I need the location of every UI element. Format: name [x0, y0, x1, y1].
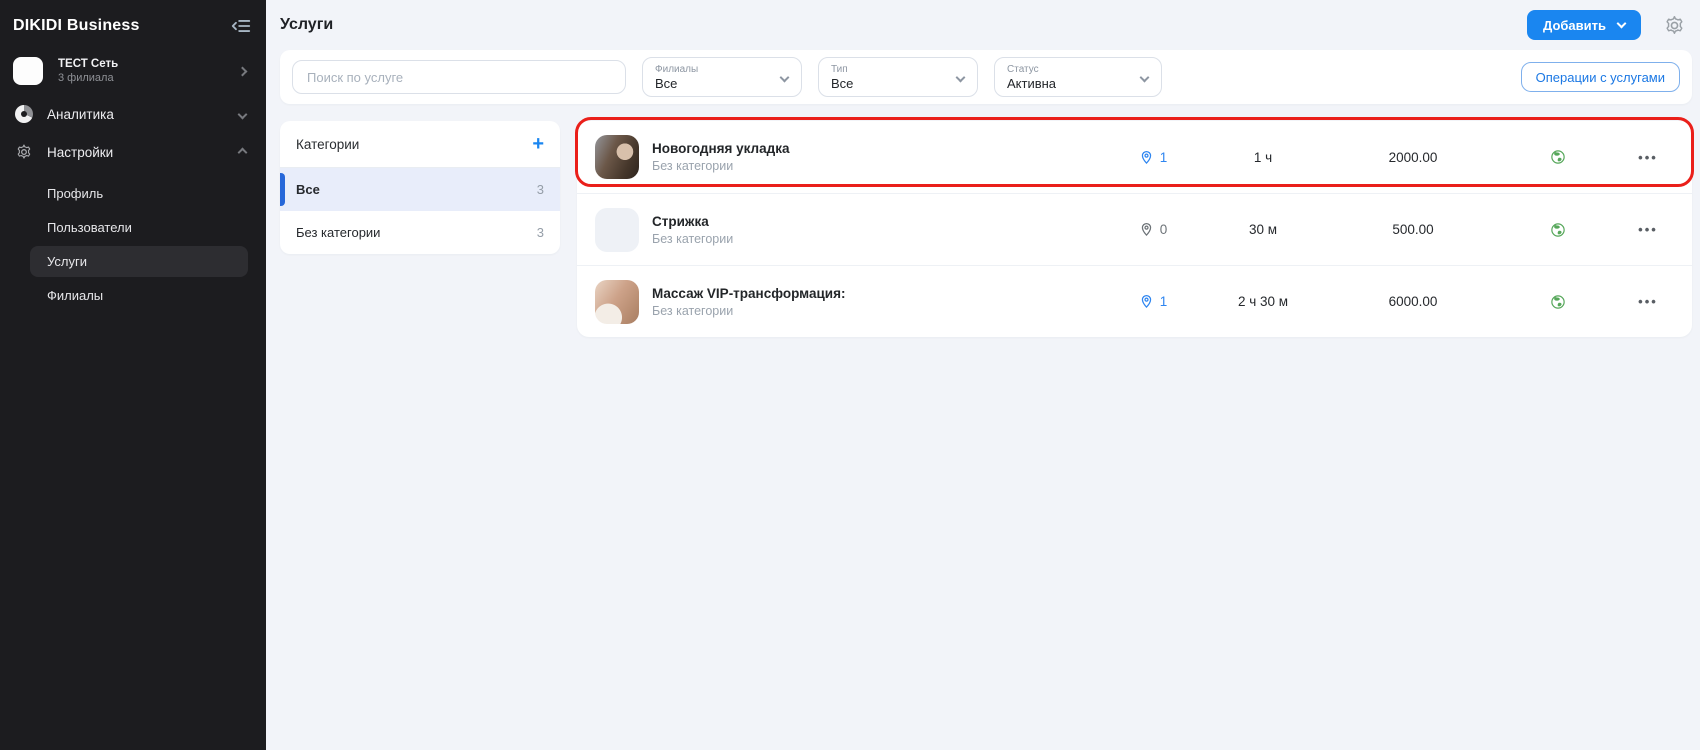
online-globe-icon	[1550, 294, 1566, 310]
branch-count: 1	[1160, 294, 1168, 309]
service-branches: 1	[1108, 294, 1198, 309]
account-avatar	[13, 57, 43, 85]
categories-panel: Категории + Все 3 Без категории 3	[280, 121, 560, 254]
brand-logo: DIKIDI Business	[13, 17, 140, 35]
service-avatar	[595, 208, 639, 252]
operations-button[interactable]: Операции с услугами	[1521, 62, 1680, 92]
sidebar-item-analytics[interactable]: Аналитика	[0, 95, 266, 133]
service-name: Массаж VIP-трансформация:	[652, 286, 1108, 301]
service-branches: 0	[1108, 222, 1198, 237]
account-name: ТЕСТ Сеть	[58, 58, 224, 70]
add-category-icon[interactable]: +	[532, 136, 544, 152]
dropdown-label: Тип	[831, 64, 947, 75]
sidebar-collapse-icon[interactable]	[230, 15, 252, 37]
branch-count: 0	[1160, 222, 1168, 237]
service-price: 500.00	[1328, 222, 1498, 237]
chevron-down-icon	[956, 73, 966, 83]
dropdown-value: Все	[831, 76, 947, 91]
location-pin-icon	[1139, 294, 1154, 309]
chevron-down-icon	[780, 73, 790, 83]
settings-submenu: Профиль Пользователи Услуги Филиалы	[0, 175, 266, 314]
sidebar-item-users[interactable]: Пользователи	[30, 212, 248, 243]
category-count: 3	[537, 225, 544, 240]
account-subtitle: 3 филиала	[58, 72, 224, 84]
status-filter-dropdown[interactable]: Статус Активна	[994, 57, 1162, 97]
chevron-down-icon	[1617, 19, 1627, 29]
categories-title: Категории	[296, 137, 359, 152]
add-button-label: Добавить	[1543, 18, 1606, 33]
service-duration: 2 ч 30 м	[1198, 294, 1328, 309]
row-menu-button[interactable]: •••	[1618, 294, 1678, 309]
chevron-down-icon	[238, 109, 248, 119]
service-category: Без категории	[652, 304, 1108, 318]
service-branches: 1	[1108, 150, 1198, 165]
category-label: Без категории	[296, 225, 380, 240]
service-avatar	[595, 280, 639, 324]
service-avatar	[595, 135, 639, 179]
account-switcher[interactable]: ТЕСТ Сеть 3 филиала	[0, 49, 266, 95]
service-name: Новогодняя укладка	[652, 141, 1108, 156]
category-item-uncategorized[interactable]: Без категории 3	[280, 211, 560, 254]
category-count: 3	[537, 182, 544, 197]
sidebar-item-label: Настройки	[47, 145, 225, 160]
sidebar: DIKIDI Business ТЕСТ Сеть 3 филиала Анал…	[0, 0, 266, 750]
settings-gear-icon[interactable]	[1663, 14, 1686, 37]
sidebar-item-branches[interactable]: Филиалы	[30, 280, 248, 311]
service-category: Без категории	[652, 159, 1108, 173]
dropdown-label: Филиалы	[655, 64, 771, 75]
row-menu-button[interactable]: •••	[1618, 150, 1678, 165]
service-row[interactable]: Новогодняя укладка Без категории 1 1 ч 2…	[577, 121, 1692, 193]
app-window: DIKIDI Business ТЕСТ Сеть 3 филиала Анал…	[0, 0, 1700, 750]
sidebar-item-services[interactable]: Услуги	[30, 246, 248, 277]
branch-count: 1	[1160, 150, 1168, 165]
add-button[interactable]: Добавить	[1527, 10, 1641, 40]
service-row[interactable]: Стрижка Без категории 0 30 м 500.00	[577, 193, 1692, 265]
branches-filter-dropdown[interactable]: Филиалы Все	[642, 57, 802, 97]
gear-icon	[15, 143, 33, 161]
chevron-down-icon	[1140, 73, 1150, 83]
dropdown-label: Статус	[1007, 64, 1131, 75]
dropdown-value: Активна	[1007, 76, 1131, 91]
services-list: Новогодняя укладка Без категории 1 1 ч 2…	[577, 121, 1692, 337]
service-price: 2000.00	[1328, 150, 1498, 165]
service-name: Стрижка	[652, 214, 1108, 229]
online-globe-icon	[1550, 222, 1566, 238]
service-price: 6000.00	[1328, 294, 1498, 309]
service-category: Без категории	[652, 232, 1108, 246]
service-duration: 1 ч	[1198, 150, 1328, 165]
sidebar-item-profile[interactable]: Профиль	[30, 178, 248, 209]
category-label: Все	[296, 182, 320, 197]
location-pin-icon	[1139, 222, 1154, 237]
sidebar-item-label: Аналитика	[47, 107, 225, 122]
chevron-up-icon	[238, 147, 248, 157]
filter-bar: Филиалы Все Тип Все Статус Активна Опера…	[280, 50, 1692, 104]
page-title: Услуги	[280, 16, 333, 34]
topbar: Услуги Добавить	[280, 0, 1692, 50]
chevron-right-icon	[238, 66, 248, 76]
type-filter-dropdown[interactable]: Тип Все	[818, 57, 978, 97]
dropdown-value: Все	[655, 76, 771, 91]
service-duration: 30 м	[1198, 222, 1328, 237]
category-item-all[interactable]: Все 3	[280, 168, 560, 211]
main-content: Услуги Добавить Филиалы Все Тип Все	[266, 0, 1700, 750]
sidebar-item-settings[interactable]: Настройки	[0, 133, 266, 171]
pie-chart-icon	[15, 105, 33, 123]
service-row[interactable]: Массаж VIP-трансформация: Без категории …	[577, 265, 1692, 337]
search-input[interactable]	[292, 60, 626, 94]
online-globe-icon	[1550, 149, 1566, 165]
location-pin-icon	[1139, 150, 1154, 165]
row-menu-button[interactable]: •••	[1618, 222, 1678, 237]
